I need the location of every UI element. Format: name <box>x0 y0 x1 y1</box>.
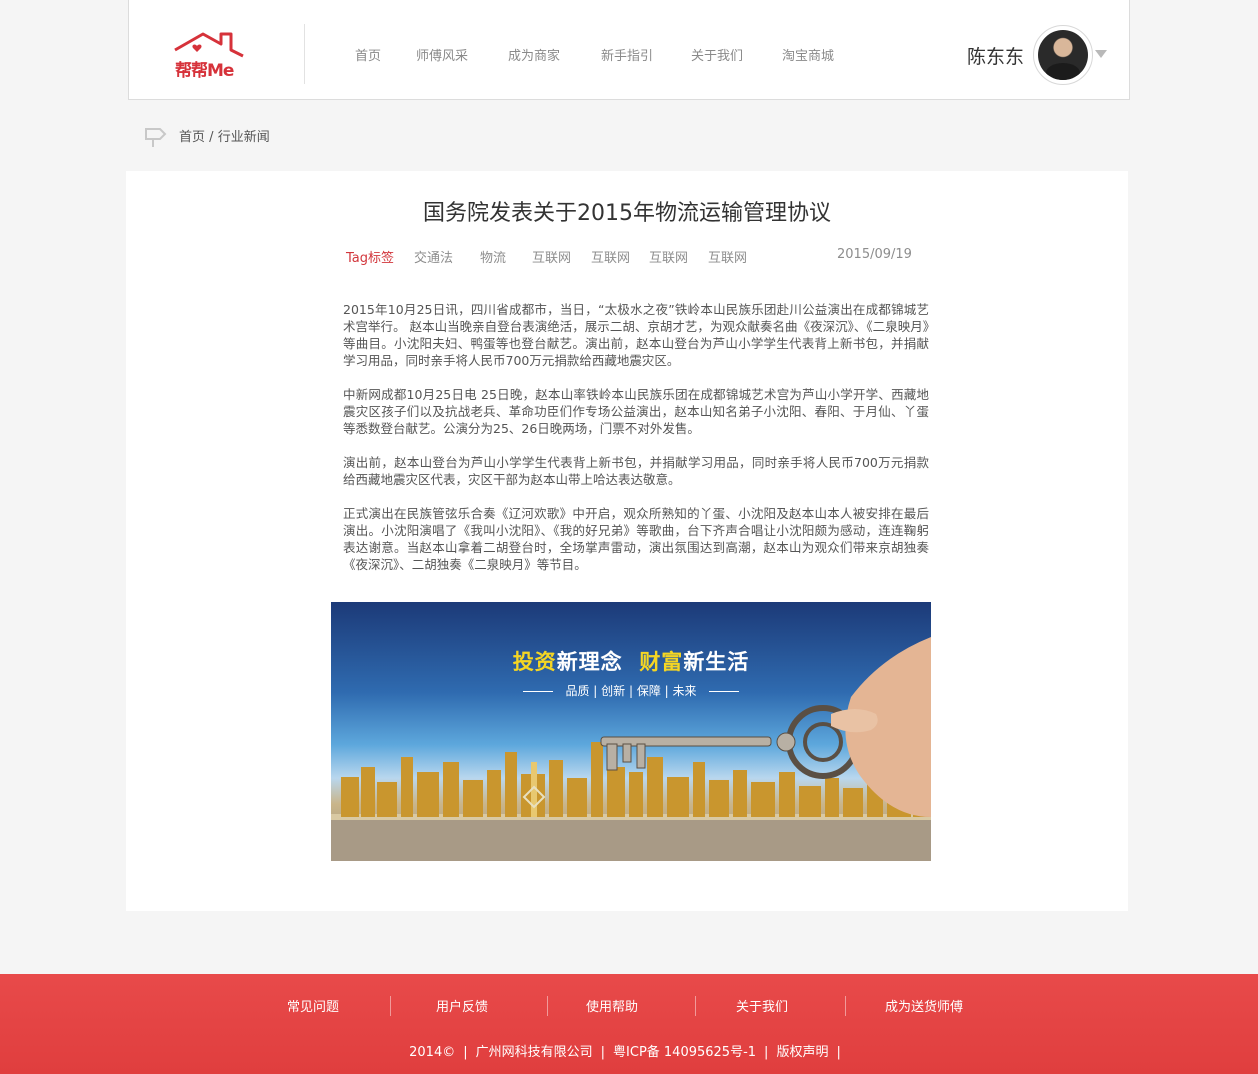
copyright-statement-link[interactable]: 版权声明 <box>776 1045 828 1060</box>
site-header: 帮帮Me 首页 师傅风采 成为商家 新手指引 关于我们 淘宝商城 陈东东 <box>128 0 1130 100</box>
article-paragraph: 2015年10月25日讯，四川省成都市，当日，“太极水之夜”铁岭本山民族乐团赴川… <box>343 302 929 368</box>
footer-links: 常见问题 用户反馈 使用帮助 关于我们 成为送货师傅 <box>0 996 1258 1016</box>
footer-divider <box>695 996 696 1016</box>
footer-divider <box>845 996 846 1016</box>
user-name[interactable]: 陈东东 <box>967 42 1024 69</box>
nav-item-about[interactable]: 关于我们 <box>691 45 743 64</box>
footer-divider <box>390 996 391 1016</box>
avatar[interactable] <box>1033 25 1093 85</box>
nav-item-home[interactable]: 首页 <box>355 45 381 64</box>
article-date: 2015/09/19 <box>837 247 912 262</box>
tag-label: Tag标签 <box>346 251 395 266</box>
article-paragraph: 中新网成都10月25日电 25日晚，赵本山率铁岭本山民族乐团在成都锦城艺术宫为芦… <box>343 387 929 436</box>
breadcrumb-current: 行业新闻 <box>217 130 270 145</box>
article-banner-image: 投资新理念 财富新生活 品质 | 创新 | 保障 | 未来 <box>331 602 931 861</box>
tag-item[interactable]: 物流 <box>480 247 506 266</box>
footer-link-about[interactable]: 关于我们 <box>736 996 788 1015</box>
footer-link-help[interactable]: 使用帮助 <box>586 996 638 1015</box>
company-name: 广州网科技有限公司 <box>475 1045 593 1060</box>
footer-link-faq[interactable]: 常见问题 <box>287 996 339 1015</box>
footer-link-feedback[interactable]: 用户反馈 <box>436 996 488 1015</box>
tag-item[interactable]: 互联网 <box>591 247 630 266</box>
tag-item[interactable]: 互联网 <box>649 247 688 266</box>
icp-number: 粤ICP备 14095625号-1 <box>613 1045 757 1060</box>
breadcrumb-separator: / <box>209 130 214 145</box>
article-title: 国务院发表关于2015年物流运输管理协议 <box>423 201 831 226</box>
tag-item[interactable]: 互联网 <box>708 247 747 266</box>
nav-item-guide[interactable]: 新手指引 <box>601 45 653 64</box>
banner-subtitle: 品质 | 创新 | 保障 | 未来 <box>331 682 931 699</box>
footer-copyright: 2014© | 广州网科技有限公司 | 粤ICP备 14095625号-1 | 版权声明 | <box>409 1045 841 1060</box>
header-divider <box>304 24 305 84</box>
tag-item[interactable]: 互联网 <box>532 247 571 266</box>
logo-text: 帮帮Me <box>175 61 234 81</box>
article-body: 2015年10月25日讯，四川省成都市，当日，“太极水之夜”铁岭本山民族乐团赴川… <box>343 301 929 590</box>
nav-item-masters[interactable]: 师傅风采 <box>416 45 468 64</box>
breadcrumb-home[interactable]: 首页 <box>179 130 205 145</box>
nav-item-taobao-mall[interactable]: 淘宝商城 <box>782 45 834 64</box>
article-paragraph: 演出前，赵本山登台为芦山小学学生代表背上新书包，并捐献学习用品，同时亲手将人民币… <box>343 455 929 487</box>
copyright-year: 2014© <box>409 1045 456 1060</box>
footer-divider <box>547 996 548 1016</box>
article-card: 国务院发表关于2015年物流运输管理协议 Tag标签 交通法 物流 互联网 互联… <box>126 171 1128 911</box>
tag-item[interactable]: 交通法 <box>414 247 453 266</box>
signpost-icon <box>145 128 167 147</box>
footer-link-become-courier[interactable]: 成为送货师傅 <box>885 996 963 1015</box>
nav-item-become-merchant[interactable]: 成为商家 <box>508 45 560 64</box>
article-paragraph: 正式演出在民族管弦乐合奏《辽河欢歌》中开启，观众所熟知的丫蛋、小沈阳及赵本山本人… <box>343 506 929 572</box>
avatar-image <box>1038 30 1088 80</box>
chevron-down-icon[interactable] <box>1095 50 1107 58</box>
banner-title: 投资新理念 财富新生活 <box>512 650 750 674</box>
city-key-illustration <box>331 637 931 861</box>
breadcrumb-path: 首页 / 行业新闻 <box>179 126 270 145</box>
site-logo[interactable]: 帮帮Me <box>173 28 245 81</box>
site-footer: 常见问题 用户反馈 使用帮助 关于我们 成为送货师傅 2014© | 广州网科技有限… <box>0 974 1258 1074</box>
